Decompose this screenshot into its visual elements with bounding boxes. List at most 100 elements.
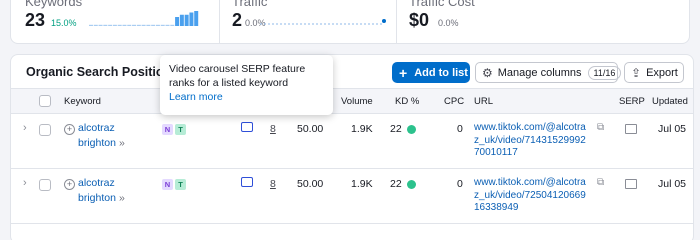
row-checkbox[interactable] <box>39 124 51 136</box>
serp-snapshot-icon[interactable] <box>625 124 637 134</box>
url-line-1: www.tiktok.com/@alcotra <box>474 122 586 133</box>
export-label: Export <box>646 66 678 79</box>
keywords-trend-bar <box>179 14 184 26</box>
keywords-trend-bar <box>175 17 180 26</box>
keywords-trend-bar <box>122 24 127 26</box>
intent-badge-navigational: N <box>162 179 173 190</box>
keyword-link[interactable]: alcotraz brighton» <box>78 176 125 206</box>
keywords-trend-bar <box>189 12 194 26</box>
organic-positions-panel: Organic Search Positions + Add to list ⚙… <box>10 54 694 240</box>
metric-traffic-cost[interactable]: Traffic Cost $0 0.0% <box>396 0 556 43</box>
url-link[interactable]: www.tiktok.com/@alcotra z_uk/video/72504… <box>474 177 586 215</box>
intent-badge-navigational: N <box>162 124 173 135</box>
traffic-share-value: 50.00 <box>297 123 324 135</box>
expand-row-icon[interactable]: › <box>23 122 27 134</box>
learn-more-link[interactable]: Learn more <box>169 90 324 104</box>
column-updated[interactable]: Updated <box>652 96 688 107</box>
external-link-icon[interactable]: ⧉ <box>597 177 604 188</box>
volume-value: 1.9K <box>351 178 373 190</box>
add-circle-icon[interactable]: + <box>64 179 75 190</box>
keyword-link[interactable]: alcotraz brighton» <box>78 121 125 151</box>
double-chevron-icon[interactable]: » <box>119 137 125 149</box>
keywords-trend-bar <box>194 11 199 26</box>
keywords-trend-bar <box>127 24 132 26</box>
volume-value: 1.9K <box>351 123 373 135</box>
column-kd[interactable]: KD % <box>395 96 419 107</box>
select-all-checkbox[interactable] <box>39 95 51 107</box>
video-carousel-icon[interactable] <box>241 177 253 187</box>
tooltip-text-line-1: Video carousel SERP feature <box>169 63 306 75</box>
updated-value: Jul 05 <box>658 123 687 135</box>
keywords-trend-bar <box>170 24 175 26</box>
keyword-line-2: brighton <box>78 137 116 149</box>
column-url[interactable]: URL <box>474 96 493 107</box>
keywords-trend-bar <box>112 24 117 26</box>
row-checkbox[interactable] <box>39 179 51 191</box>
double-chevron-icon[interactable]: » <box>119 192 125 204</box>
url-link[interactable]: www.tiktok.com/@alcotra z_uk/video/71431… <box>474 122 586 160</box>
metric-traffic-cost-change: 0.0% <box>438 18 459 28</box>
keywords-trend-bar <box>155 24 160 26</box>
add-to-list-label: Add to list <box>414 66 468 79</box>
cpc-value: 0 <box>457 178 463 190</box>
column-keyword[interactable]: Keyword <box>64 96 101 107</box>
tooltip-text-line-2: ranks for a listed keyword <box>169 77 289 89</box>
summary-card: Keywords 23 15.0% Traffic 2 0.0% Traffic… <box>10 0 690 44</box>
expand-row-icon[interactable]: › <box>23 177 27 189</box>
kd-indicator-dot <box>407 180 416 189</box>
add-circle-icon[interactable]: + <box>64 124 75 135</box>
column-cpc[interactable]: CPC <box>444 96 464 107</box>
url-line-2: z_uk/video/71431529992 <box>474 134 586 146</box>
keywords-trend-bar <box>98 24 103 26</box>
export-button[interactable]: ⇪ Export <box>624 62 684 83</box>
keywords-trend-bar <box>165 24 170 26</box>
video-carousel-icon[interactable] <box>241 122 253 132</box>
keywords-trend-bar <box>141 24 146 26</box>
kd-indicator-dot <box>407 125 416 134</box>
metric-traffic-cost-label: Traffic Cost <box>409 0 475 9</box>
columns-count-badge: 11/16 <box>587 65 622 80</box>
keywords-trend-bar <box>146 24 151 26</box>
position-value[interactable]: 8 <box>270 178 276 190</box>
serp-feature-tooltip: Video carousel SERP feature ranks for a … <box>160 55 333 115</box>
metric-keywords-label: Keywords <box>25 0 83 9</box>
keywords-trend-bar <box>103 24 108 26</box>
metric-traffic-value: 2 <box>232 10 243 30</box>
column-volume[interactable]: Volume <box>341 96 373 107</box>
external-link-icon[interactable]: ⧉ <box>597 122 604 133</box>
metric-keywords[interactable]: Keywords 23 15.0% <box>25 0 205 43</box>
table-row[interactable]: › + alcotraz brighton» N T 8 50.00 1.9K … <box>11 114 693 169</box>
keywords-trend-bar <box>117 24 122 26</box>
add-to-list-button[interactable]: + Add to list <box>392 62 470 83</box>
serp-snapshot-icon[interactable] <box>625 179 637 189</box>
metric-traffic-cost-value: $0 <box>409 10 430 30</box>
keywords-trend-bar <box>136 24 141 26</box>
keywords-trend-bar <box>132 24 137 26</box>
url-line-3: 70010117 <box>474 147 518 158</box>
keywords-trend-bar <box>89 24 93 26</box>
traffic-share-value: 50.00 <box>297 178 324 190</box>
table-row[interactable]: › + alcotraz brighton» N T 8 50.00 1.9K … <box>11 169 693 224</box>
position-value[interactable]: 8 <box>270 123 276 135</box>
gear-icon: ⚙ <box>482 65 493 80</box>
keyword-line-2: brighton <box>78 192 116 204</box>
kd-value: 22 <box>390 178 402 190</box>
metric-traffic[interactable]: Traffic 2 0.0% <box>219 0 386 43</box>
kd-value: 22 <box>390 123 402 135</box>
url-line-1: www.tiktok.com/@alcotra <box>474 177 586 188</box>
keywords-trend-bar <box>160 24 165 26</box>
intent-badge-transactional: T <box>175 124 186 135</box>
export-icon: ⇪ <box>631 65 642 80</box>
manage-columns-button[interactable]: ⚙ Manage columns 11/16 <box>475 62 622 83</box>
column-serp[interactable]: SERP <box>619 96 645 107</box>
traffic-sparkline <box>260 19 386 25</box>
table-header: Keyword Volume KD % CPC URL SERP Updated <box>11 88 693 114</box>
url-line-3: 16338949 <box>474 202 519 213</box>
keyword-line-1: alcotraz <box>78 177 115 189</box>
metric-keywords-value: 23 <box>25 10 46 30</box>
intent-badge-transactional: T <box>175 179 186 190</box>
keyword-line-1: alcotraz <box>78 122 115 134</box>
updated-value: Jul 05 <box>658 178 687 190</box>
keywords-trend-bar <box>151 24 156 26</box>
keywords-trend-chart <box>89 11 199 26</box>
